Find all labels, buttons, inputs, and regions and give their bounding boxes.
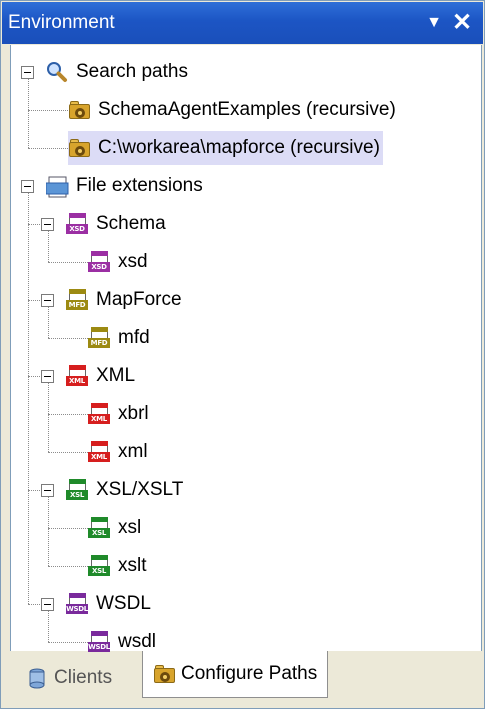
tab-bar: Clients Configure Paths	[10, 651, 482, 709]
tree-connector	[28, 604, 42, 605]
search-path-item[interactable]: C:\workarea\mapforce (recursive)	[68, 131, 383, 165]
environment-window: Environment ▼ ✕ Search paths SchemaAgentE…	[0, 0, 485, 709]
node-label: xsl	[118, 517, 142, 538]
file-type-mfd-icon: MFD	[88, 327, 110, 349]
tree-connector	[28, 490, 42, 491]
node-label: SchemaAgentExamples (recursive)	[98, 99, 396, 120]
node-label: xml	[118, 441, 148, 462]
extension-item[interactable]: XSD xsd	[88, 245, 151, 279]
tree-connector	[48, 611, 49, 642]
node-group-mfd[interactable]: MFD MapForce	[66, 283, 185, 317]
tree-connector	[48, 497, 49, 566]
file-type-xsd-icon: XSD	[66, 213, 88, 235]
node-search-paths[interactable]: Search paths	[46, 55, 191, 89]
file-type-wsdl-icon: WSDL	[66, 593, 88, 615]
window-title: Environment	[8, 12, 115, 33]
search-path-item[interactable]: SchemaAgentExamples (recursive)	[68, 93, 399, 127]
collapse-toggle[interactable]	[41, 370, 54, 383]
node-label: mfd	[118, 327, 150, 348]
tree-connector	[48, 262, 88, 263]
tree-connector	[28, 224, 42, 225]
folder-gear-icon	[68, 99, 90, 121]
extension-item[interactable]: MFD mfd	[88, 321, 153, 355]
file-type-xsl-icon: XSL	[66, 479, 88, 501]
extension-item[interactable]: XML xml	[88, 435, 151, 469]
close-icon[interactable]: ✕	[449, 10, 475, 36]
tree-connector	[28, 79, 29, 148]
tree-connector	[48, 452, 88, 453]
tab-clients[interactable]: Clients	[16, 658, 122, 698]
node-label: XML	[96, 365, 136, 386]
node-label: Search paths	[76, 61, 188, 82]
tree-connector	[28, 300, 42, 301]
collapse-toggle[interactable]	[41, 294, 54, 307]
tree-connector	[48, 642, 88, 643]
node-label: XSL/XSLT	[96, 479, 184, 500]
tab-label: Clients	[54, 667, 113, 688]
file-type-xml-icon: XML	[88, 403, 110, 425]
file-extensions-icon	[45, 175, 69, 198]
node-label: xslt	[118, 555, 147, 576]
file-type-xml-icon: XML	[66, 365, 88, 387]
folder-gear-icon	[68, 137, 90, 159]
extension-item[interactable]: XSL xsl	[88, 511, 144, 545]
clients-icon	[26, 667, 48, 689]
tree-connector	[28, 376, 42, 377]
extension-item[interactable]: XML xbrl	[88, 397, 152, 431]
paths-tree[interactable]: Search paths SchemaAgentExamples (recursi…	[10, 45, 482, 653]
node-label: xsd	[118, 251, 148, 272]
node-label: WSDL	[96, 593, 151, 614]
tree-connector	[48, 231, 49, 262]
file-type-xsd-icon: XSD	[88, 251, 110, 273]
file-type-wsdl-icon: WSDL	[88, 631, 110, 653]
node-file-extensions[interactable]: File extensions	[45, 169, 206, 203]
tree-connector	[48, 307, 49, 338]
configure-paths-icon	[153, 663, 175, 685]
collapse-toggle[interactable]	[41, 484, 54, 497]
node-group-wsdl[interactable]: WSDL WSDL	[66, 587, 154, 621]
node-label: MapForce	[96, 289, 182, 310]
magnifier-icon	[46, 61, 68, 83]
tree-connector	[28, 110, 68, 111]
node-label: C:\workarea\mapforce (recursive)	[95, 135, 383, 161]
menu-dropdown-icon[interactable]: ▼	[421, 10, 447, 36]
tree-connector	[48, 338, 88, 339]
file-type-xsl-icon: XSL	[88, 517, 110, 539]
tree-connector	[48, 414, 88, 415]
extension-item[interactable]: XSL xslt	[88, 549, 150, 583]
file-type-xsl-icon: XSL	[88, 555, 110, 577]
tree-connector	[48, 528, 88, 529]
collapse-toggle[interactable]	[41, 218, 54, 231]
node-group-xsd[interactable]: XSD Schema	[66, 207, 169, 241]
tree-connector	[48, 383, 49, 452]
collapse-toggle[interactable]	[21, 180, 34, 193]
tree-connector	[28, 193, 29, 604]
node-group-xsl[interactable]: XSL XSL/XSLT	[66, 473, 186, 507]
node-group-xml[interactable]: XML XML	[66, 359, 138, 393]
node-label: xbrl	[118, 403, 149, 424]
window-titlebar: Environment ▼ ✕	[2, 2, 483, 44]
node-label: File extensions	[76, 175, 203, 196]
tab-configure-paths[interactable]: Configure Paths	[142, 651, 329, 698]
collapse-toggle[interactable]	[21, 66, 34, 79]
tree-connector	[48, 566, 88, 567]
tab-label: Configure Paths	[181, 663, 318, 684]
file-type-xml-icon: XML	[88, 441, 110, 463]
collapse-toggle[interactable]	[41, 598, 54, 611]
node-label: Schema	[96, 213, 166, 234]
file-type-mfd-icon: MFD	[66, 289, 88, 311]
tree-connector	[28, 148, 68, 149]
